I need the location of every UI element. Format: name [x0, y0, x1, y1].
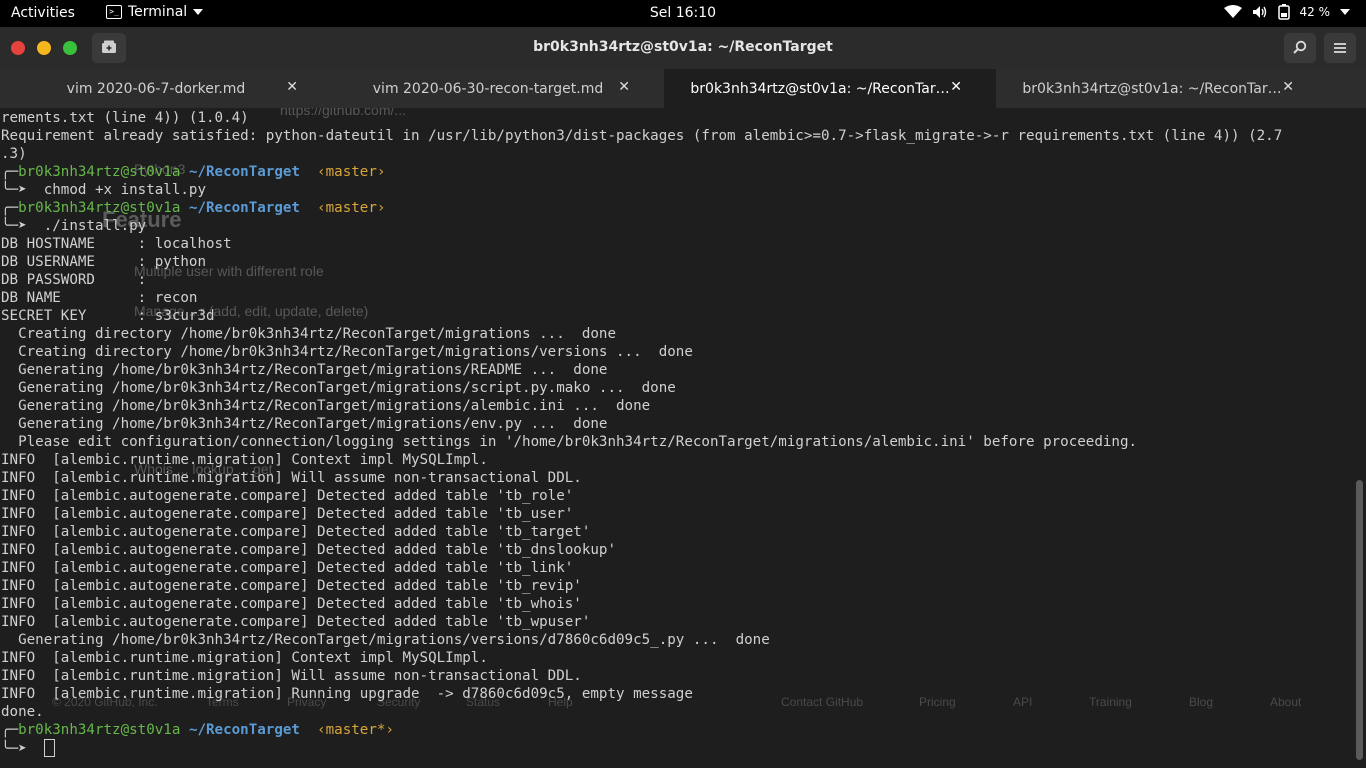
output-line: INFO [alembic.autogenerate.compare] Dete… — [1, 614, 591, 630]
output-line: DB HOSTNAME : localhost — [1, 236, 232, 252]
prompt-user: br0k3nh34rtz@st0v1a — [18, 164, 181, 180]
activities-button[interactable]: Activities — [11, 5, 75, 21]
command-line: ╰─➤ chmod +x install.py — [1, 182, 206, 198]
output-line: Generating /home/br0k3nh34rtz/ReconTarge… — [1, 398, 651, 414]
tab-bar: vim 2020-06-7-dorker.md ✕ vim 2020-06-30… — [0, 69, 1366, 108]
hamburger-menu-button[interactable] — [1324, 33, 1356, 63]
new-tab-icon — [101, 39, 117, 58]
new-tab-button[interactable] — [92, 33, 126, 63]
terminal-scrollbar[interactable] — [1356, 480, 1363, 760]
output-line: done. — [1, 704, 44, 720]
output-line: .3) — [1, 146, 27, 162]
output-line: Please edit configuration/connection/log… — [1, 434, 1138, 450]
output-line: INFO [alembic.runtime.migration] Context… — [1, 452, 488, 468]
volume-icon — [1252, 5, 1268, 19]
clock[interactable]: Sel 16:10 — [650, 5, 716, 21]
prompt-path: ~/ReconTarget — [188, 164, 300, 180]
tab-vim-recon-target[interactable]: vim 2020-06-30-recon-target.md ✕ — [332, 69, 664, 108]
hamburger-icon — [1333, 39, 1347, 58]
window-close-button[interactable] — [11, 41, 25, 55]
output-line: INFO [alembic.runtime.migration] Will as… — [1, 470, 582, 486]
output-line: rements.txt (line 4)) (1.0.4) — [1, 110, 249, 126]
output-line: INFO [alembic.autogenerate.compare] Dete… — [1, 596, 582, 612]
system-tray[interactable]: 42 % — [1223, 4, 1350, 20]
window-titlebar: br0k3nh34rtz@st0v1a: ~/ReconTarget — [0, 27, 1366, 69]
tab-close-icon[interactable]: ✕ — [618, 79, 630, 95]
output-line: Creating directory /home/br0k3nh34rtz/Re… — [1, 326, 616, 342]
output-line: DB USERNAME : python — [1, 254, 206, 270]
ghost-footer-link: Contact GitHub — [781, 695, 864, 709]
prompt-git-branch: ‹master› — [317, 200, 386, 216]
ghost-footer-link: API — [1013, 695, 1033, 709]
command-line: ╰─➤ ./install.py — [1, 218, 147, 234]
prompt-line: ╭─br0k3nh34rtz@st0v1a ~/ReconTarget ‹mas… — [1, 722, 394, 738]
gnome-top-bar: Activities >_ Terminal Sel 16:10 42 % — [0, 0, 1366, 27]
output-line: Creating directory /home/br0k3nh34rtz/Re… — [1, 344, 693, 360]
command-line[interactable]: ╰─➤ — [1, 739, 55, 757]
battery-percent: 42 % — [1299, 5, 1331, 19]
prompt-user: br0k3nh34rtz@st0v1a — [18, 200, 181, 216]
chevron-down-icon — [193, 4, 204, 20]
ghost-footer-link: Training — [1089, 695, 1132, 709]
output-line: INFO [alembic.autogenerate.compare] Dete… — [1, 488, 574, 504]
wifi-icon — [1223, 5, 1242, 19]
command-text: chmod +x install.py — [26, 182, 206, 198]
tab-label: vim 2020-06-30-recon-target.md — [372, 81, 604, 97]
search-icon — [1293, 39, 1307, 58]
output-line: INFO [alembic.autogenerate.compare] Dete… — [1, 506, 574, 522]
tab-close-icon[interactable]: ✕ — [1282, 79, 1294, 95]
prompt-line: ╭─br0k3nh34rtz@st0v1a ~/ReconTarget ‹mas… — [1, 200, 386, 216]
command-text: ./install.py — [26, 218, 147, 234]
output-line: SECRET KEY : s3cur3d — [1, 308, 215, 324]
output-line: INFO [alembic.runtime.migration] Context… — [1, 650, 488, 666]
ghost-footer-link: Pricing — [919, 695, 956, 709]
text-cursor — [43, 739, 55, 757]
output-line: Generating /home/br0k3nh34rtz/ReconTarge… — [1, 632, 770, 648]
app-menu-label: Terminal — [128, 4, 188, 20]
battery-icon — [1277, 4, 1290, 20]
output-line: INFO [alembic.autogenerate.compare] Dete… — [1, 560, 574, 576]
prompt-path: ~/ReconTarget — [188, 200, 300, 216]
output-line: Generating /home/br0k3nh34rtz/ReconTarge… — [1, 416, 608, 432]
prompt-line: ╭─br0k3nh34rtz@st0v1a ~/ReconTarget ‹mas… — [1, 164, 386, 180]
window-minimize-button[interactable] — [37, 41, 51, 55]
output-line: Requirement already satisfied: python-da… — [1, 128, 1283, 144]
app-menu[interactable]: >_ Terminal — [106, 4, 204, 20]
tab-close-icon[interactable]: ✕ — [286, 79, 298, 95]
window-maximize-button[interactable] — [63, 41, 77, 55]
prompt-git-branch: ‹master› — [317, 164, 386, 180]
output-line: INFO [alembic.runtime.migration] Running… — [1, 686, 693, 702]
ghost-url: https://github.com/... — [280, 108, 407, 118]
system-menu-chevron-icon — [1340, 8, 1350, 16]
output-line: DB PASSWORD : — [1, 272, 147, 288]
tab-vim-dorker[interactable]: vim 2020-06-7-dorker.md ✕ — [0, 69, 332, 108]
tab-label: br0k3nh34rtz@st0v1a: ~/ReconTar… — [1022, 81, 1282, 97]
prompt-path: ~/ReconTarget — [188, 722, 300, 738]
tab-label: vim 2020-06-7-dorker.md — [66, 81, 246, 97]
terminal-icon: >_ — [106, 5, 122, 19]
tab-shell-2[interactable]: br0k3nh34rtz@st0v1a: ~/ReconTar… ✕ — [996, 69, 1328, 108]
output-line: INFO [alembic.runtime.migration] Will as… — [1, 668, 582, 684]
tab-label: br0k3nh34rtz@st0v1a: ~/ReconTar… — [690, 81, 950, 97]
ghost-footer-link: About — [1270, 695, 1302, 709]
tab-shell-active[interactable]: br0k3nh34rtz@st0v1a: ~/ReconTar… ✕ — [664, 69, 996, 108]
output-line: INFO [alembic.autogenerate.compare] Dete… — [1, 524, 591, 540]
tab-close-icon[interactable]: ✕ — [950, 79, 962, 95]
output-line: Generating /home/br0k3nh34rtz/ReconTarge… — [1, 362, 608, 378]
window-title: br0k3nh34rtz@st0v1a: ~/ReconTarget — [533, 39, 833, 55]
output-line: Generating /home/br0k3nh34rtz/ReconTarge… — [1, 380, 676, 396]
search-button[interactable] — [1284, 33, 1316, 63]
ghost-footer-link: Blog — [1189, 695, 1214, 709]
prompt-git-branch: ‹master*› — [317, 722, 394, 738]
terminal-view[interactable]: https://github.com/... Python3 Feature M… — [0, 108, 1366, 768]
prompt-user: br0k3nh34rtz@st0v1a — [18, 722, 181, 738]
output-line: DB NAME : recon — [1, 290, 198, 306]
output-line: INFO [alembic.autogenerate.compare] Dete… — [1, 542, 616, 558]
output-line: INFO [alembic.autogenerate.compare] Dete… — [1, 578, 582, 594]
